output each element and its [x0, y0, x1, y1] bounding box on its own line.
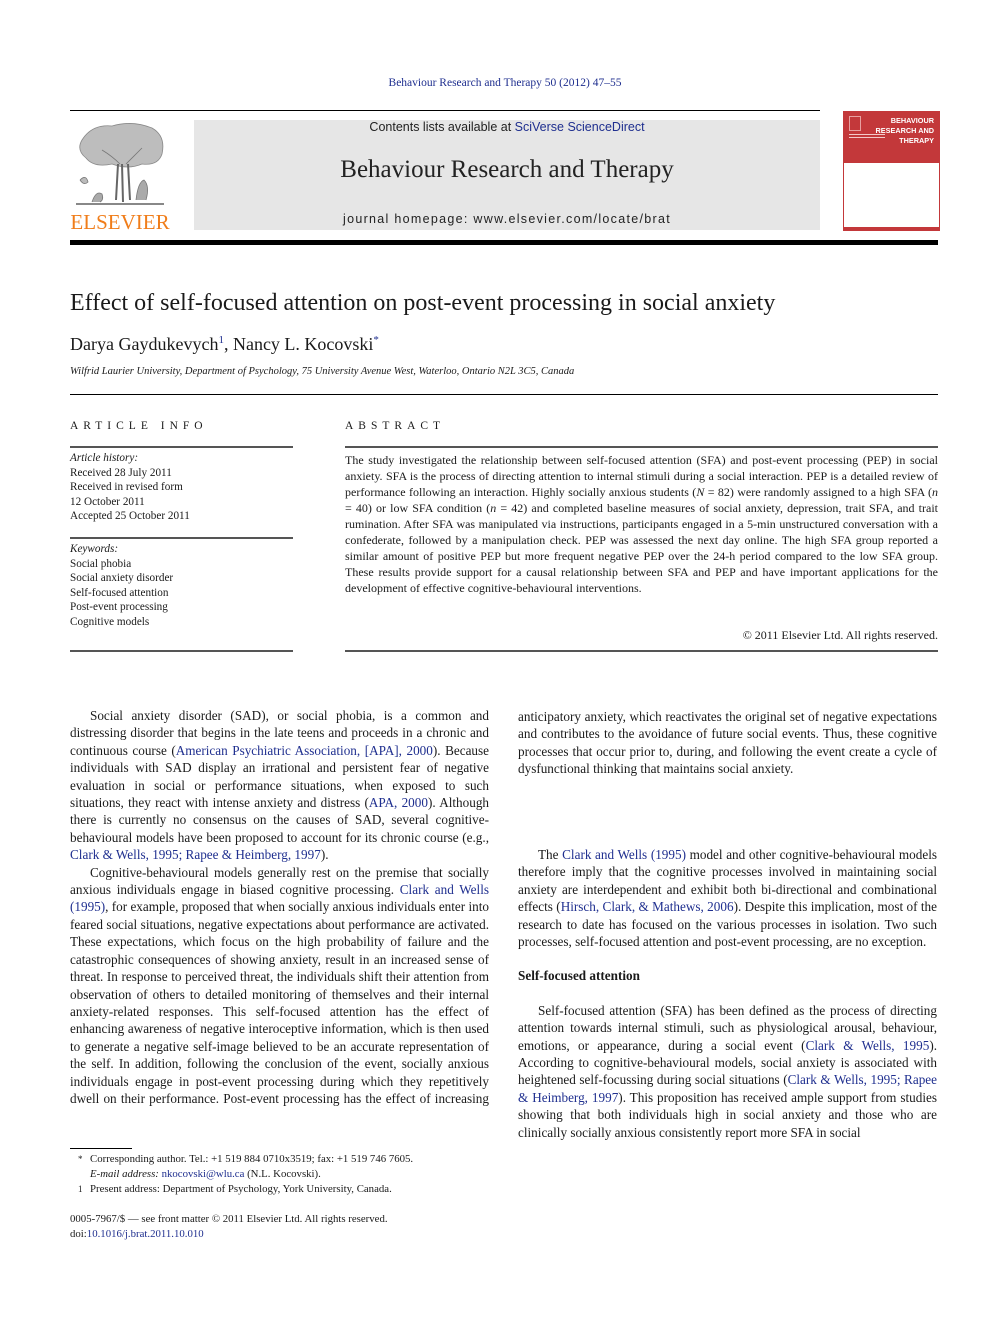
citation-link[interactable]: Clark & Wells, 1995 — [806, 1038, 930, 1053]
paragraph-continuation: Cognitive-behavioural models generally r… — [518, 707, 937, 846]
keyword-item: Self-focused attention — [70, 586, 169, 599]
history-item: Received in revised form — [70, 481, 183, 493]
cover-title-line: BEHAVIOUR — [890, 116, 934, 125]
body-paragraph: Self-focused attention (SFA) has been de… — [518, 1002, 937, 1141]
footnote-rule — [70, 1148, 132, 1149]
cover-title: BEHAVIOUR RESEARCH AND THERAPY — [875, 116, 934, 146]
body-text: , for example, proposed that when social… — [70, 899, 489, 1106]
affiliation-rule — [70, 394, 938, 395]
corresponding-author-link[interactable]: * — [373, 334, 379, 346]
cover-title-line: RESEARCH AND — [875, 126, 934, 135]
keyword-item: Post-event processing — [70, 601, 168, 613]
cover-emblem-icon — [849, 116, 861, 131]
email-label: E-mail address: — [90, 1168, 159, 1180]
citation-link[interactable]: Clark and Wells (1995) — [562, 847, 686, 862]
journal-cover-thumbnail[interactable]: BEHAVIOUR RESEARCH AND THERAPY — [843, 111, 940, 231]
keywords-label: Keywords: — [70, 543, 119, 555]
abstract-rule — [345, 446, 938, 448]
doi-line: doi:10.1016/j.brat.2011.10.010 — [70, 1227, 388, 1242]
elsevier-logo[interactable]: ELSEVIER — [70, 120, 170, 235]
journal-banner: Contents lists available at SciVerse Sci… — [194, 120, 820, 230]
abstract-span: = 40) or low SFA condition ( — [345, 501, 491, 515]
history-item: 12 October 2011 — [70, 495, 145, 508]
footnote-email: E-mail address: nkocovski@wlu.ca (N.L. K… — [78, 1167, 413, 1182]
citation-link[interactable]: Hirsch, Clark, & Mathews, 2006 — [561, 899, 734, 914]
abstract-bottom-rule — [345, 650, 938, 652]
body-text: ). — [320, 847, 329, 863]
article-title: Effect of self-focused attention on post… — [70, 290, 776, 316]
article-history: Article history: Received 28 July 2011 R… — [70, 451, 190, 524]
footnote-mark: 1 — [78, 1184, 83, 1194]
contents-line: Contents lists available at SciVerse Sci… — [194, 120, 820, 134]
abstract-text: The study investigated the relationship … — [345, 452, 938, 596]
article-info-rule — [70, 446, 293, 448]
keywords: Keywords: Social phobia Social anxiety d… — [70, 542, 173, 629]
affiliation: Wilfrid Laurier University, Department o… — [70, 366, 575, 377]
section-heading: Self-focused attention — [518, 968, 640, 984]
footnote-corresponding: * Corresponding author. Tel.: +1 519 884 … — [78, 1152, 413, 1167]
footnote-text: Present address: Department of Psycholog… — [90, 1183, 392, 1195]
history-label: Article history: — [70, 452, 139, 464]
body-paragraph: Cognitive-behavioural models generally r… — [518, 707, 937, 777]
cover-header: BEHAVIOUR RESEARCH AND THERAPY — [844, 111, 939, 163]
email-link[interactable]: nkocovski@wlu.ca — [162, 1168, 245, 1180]
abstract-copyright: © 2011 Elsevier Ltd. All rights reserved… — [742, 628, 938, 642]
body-text: , for example, proposed that when social… — [518, 708, 937, 776]
abstract-heading: ABSTRACT — [345, 420, 446, 432]
keyword-item: Social phobia — [70, 557, 132, 570]
body-paragraph: The Clark and Wells (1995) model and oth… — [518, 846, 937, 950]
sciencedirect-link[interactable]: SciVerse ScienceDirect — [515, 120, 645, 134]
abstract-var: n — [932, 485, 938, 499]
author-separator: , — [223, 334, 233, 354]
elsevier-tree-icon — [76, 123, 164, 205]
article-info-bottom-rule — [70, 650, 293, 652]
body-paragraph: Cognitive-behavioural models generally r… — [70, 864, 489, 1107]
journal-title: Behaviour Research and Therapy — [340, 156, 674, 183]
header-rule — [70, 110, 820, 111]
journal-homepage-link[interactable]: journal homepage: www.elsevier.com/locat… — [194, 212, 820, 226]
footnote-present-address: 1 Present address: Department of Psycholo… — [78, 1182, 413, 1197]
body-text: The — [538, 847, 563, 862]
keywords-rule — [70, 537, 293, 539]
body-paragraph: Social anxiety disorder (SAD), or social… — [70, 707, 489, 864]
footnote-text: Corresponding author. Tel.: +1 519 884 0… — [90, 1153, 414, 1165]
author-list: Darya Gaydukevych1, Nancy L. Kocovski* — [70, 334, 379, 355]
abstract-span: = 82) were randomly assigned to a high S… — [704, 485, 932, 499]
issn-line: 0005-7967/$ — see front matter © 2011 El… — [70, 1213, 388, 1225]
body-column-right: Cognitive-behavioural models generally r… — [518, 707, 937, 1141]
footnote-mark: * — [78, 1154, 83, 1164]
front-matter: 0005-7967/$ — see front matter © 2011 El… — [70, 1212, 388, 1242]
keyword-item: Social anxiety disorder — [70, 572, 174, 584]
citation-link[interactable]: Clark & Wells, 1995; Rapee & Heimberg, 1… — [70, 847, 321, 862]
doi-label: doi: — [70, 1228, 87, 1240]
footnote-text: (N.L. Kocovski). — [244, 1168, 321, 1180]
running-head[interactable]: Behaviour Research and Therapy 50 (2012)… — [0, 77, 992, 89]
citation-link[interactable]: American Psychiatric Association, [APA],… — [176, 743, 433, 758]
elsevier-wordmark: ELSEVIER — [70, 210, 170, 234]
doi-link[interactable]: 10.1016/j.brat.2011.10.010 — [87, 1228, 204, 1240]
citation-link[interactable]: APA, 2000 — [369, 795, 428, 810]
history-item: Received 28 July 2011 — [70, 466, 172, 479]
contents-prefix: Contents lists available at — [369, 120, 515, 134]
history-item: Accepted 25 October 2011 — [70, 510, 190, 522]
cover-title-line: THERAPY — [899, 136, 934, 145]
keyword-item: Cognitive models — [70, 615, 150, 628]
author-name: Nancy L. Kocovski — [232, 334, 374, 354]
cover-bottom-bar — [844, 227, 939, 230]
abstract-span: = 42) and completed baseline measures of… — [345, 501, 939, 595]
header-thick-rule — [70, 240, 938, 245]
author-name: Darya Gaydukevych — [70, 334, 219, 354]
article-info-heading: ARTICLE INFO — [70, 420, 208, 432]
body-column-left: Social anxiety disorder (SAD), or social… — [70, 707, 489, 1107]
footnotes: * Corresponding author. Tel.: +1 519 884 … — [78, 1152, 413, 1197]
